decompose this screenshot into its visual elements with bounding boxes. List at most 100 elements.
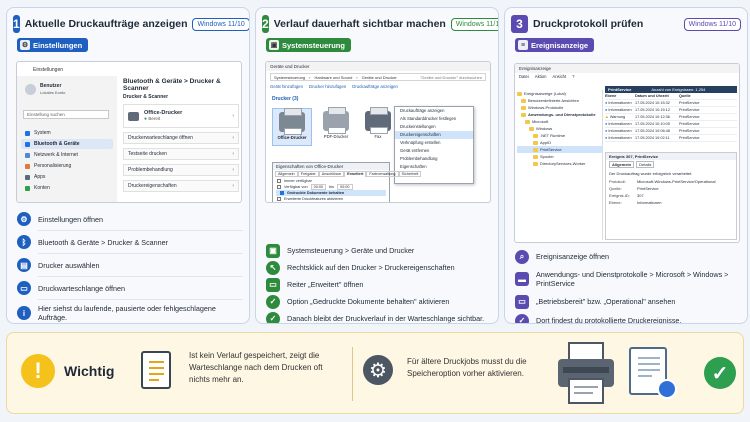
- table-row[interactable]: ● Informationen 17.05.2024 10:15:32 PrintS…: [605, 100, 737, 107]
- tab-sharing[interactable]: Freigabe: [297, 171, 319, 177]
- window-title: Ereignisanzeige: [515, 64, 739, 73]
- settings-screenshot: Einstellungen Benutzer Lokales Konto Ein…: [16, 61, 242, 203]
- sidebar-item-bluetooth[interactable]: Bluetooth & Geräte: [21, 139, 113, 149]
- step-text: Bluetooth & Geräte > Drucker & Scanner: [38, 237, 169, 247]
- open-queue-card[interactable]: Druckerwarteschlange öffnen ›: [123, 132, 239, 144]
- device-label: Office-Drucker: [277, 135, 307, 140]
- add-printer-button[interactable]: Drucker hinzufügen: [309, 84, 346, 89]
- list-item: ▭ „Betriebsbereit" bzw. „Operational" ans…: [515, 292, 741, 311]
- menu-item-printer-properties[interactable]: Druckereigenschaften: [395, 131, 473, 139]
- tab-color[interactable]: Farbverwaltung: [366, 171, 399, 177]
- card-label: Druckerwarteschlange öffnen: [128, 135, 193, 141]
- tree-item[interactable]: Windows: [517, 125, 602, 132]
- check-icon: ✓: [266, 311, 280, 323]
- view-print-jobs-button[interactable]: Druckaufträge anzeigen: [352, 84, 398, 89]
- menu-item[interactable]: Problembehandlung: [395, 155, 473, 163]
- list-item: ✓ Danach bleibt der Druckverlauf in der W…: [266, 310, 492, 323]
- tree-item[interactable]: DirectoryServices-Worker: [517, 160, 602, 167]
- dialog-tabs: Allgemein Freigabe Anschlüsse Erweitert …: [273, 170, 422, 178]
- option-label: Immer verfügbar: [284, 179, 312, 183]
- device-fax[interactable]: Fax: [358, 107, 398, 146]
- menu-item[interactable]: Als Standarddrucker festlegen: [395, 115, 473, 123]
- tree-item[interactable]: Anwendungs- und Dienstprotokolle: [517, 111, 602, 118]
- detail-field: Protokoll: Microsoft-Windows-PrintService…: [609, 179, 716, 184]
- pill-label: Ereignisanzeige: [531, 40, 589, 50]
- tree-item[interactable]: .NET Runtime: [517, 132, 602, 139]
- search-input[interactable]: Einstellung suchen: [23, 110, 109, 119]
- document-icon: ▭: [17, 281, 31, 295]
- tree-item[interactable]: AppID: [517, 139, 602, 146]
- tab-general[interactable]: Allgemein: [275, 171, 298, 177]
- menu-action[interactable]: Aktion: [535, 74, 547, 79]
- windows-version-badge: Windows 11/10: [192, 17, 249, 31]
- device-office-printer[interactable]: Office-Drucker: [272, 108, 312, 146]
- panel-current-print-jobs: 1 Aktuelle Druckaufträge anzeigen Window…: [6, 7, 250, 324]
- breadcrumb-item[interactable]: Hardware und Sound: [314, 75, 352, 80]
- folder-icon: [521, 112, 526, 117]
- tab-general[interactable]: Allgemein: [609, 161, 635, 168]
- log-tree: Ereignisanzeige (Lokal) Benutzerdefinier…: [517, 90, 603, 240]
- menu-item[interactable]: Druckeinstellungen: [395, 123, 473, 131]
- menu-item[interactable]: Eigenschaften: [395, 163, 473, 171]
- table-row[interactable]: ● Informationen 17.05.2024 10:15:12 PrintS…: [605, 107, 737, 114]
- tab-advanced[interactable]: Erweitert: [344, 171, 367, 177]
- tree-item[interactable]: Spooler: [517, 153, 602, 160]
- breadcrumb-item[interactable]: Geräte und Drucker: [362, 75, 397, 80]
- control-panel-pill: ▣ Systemsteuerung: [266, 38, 351, 52]
- divider: [352, 347, 353, 401]
- sidebar-item-apps[interactable]: Apps: [21, 172, 113, 182]
- sidebar-item-label: Personalisierung: [34, 163, 72, 169]
- device-pdf-printer[interactable]: PDF-Drucker: [316, 107, 356, 146]
- address-bar[interactable]: Systemsteuerung › Hardware und Sound › Ger…: [270, 73, 486, 81]
- troubleshoot-card[interactable]: Problembehandlung ›: [123, 164, 239, 176]
- tree-item-printservice[interactable]: PrintService: [517, 146, 602, 153]
- command-bar: Gerät hinzufügen Drucker hinzufügen Druc…: [270, 84, 398, 89]
- add-device-button[interactable]: Gerät hinzufügen: [270, 84, 303, 89]
- sidebar-item-accounts[interactable]: Konten: [21, 183, 113, 193]
- pill-label: Systemsteuerung: [282, 40, 345, 50]
- time-from-field[interactable]: 00:00: [310, 184, 327, 190]
- tree-item[interactable]: Benutzerdefinierte Ansichten: [517, 97, 602, 104]
- tree-item[interactable]: Microsoft: [517, 118, 602, 125]
- printer-properties-card[interactable]: Druckereigenschaften ›: [123, 180, 239, 192]
- printer-card[interactable]: Office-Drucker ● Bereit ›: [123, 104, 239, 128]
- advanced-features-row[interactable]: Erweiterte Druckfeatures aktivieren: [273, 196, 389, 202]
- test-page-card[interactable]: Testseite drucken ›: [123, 148, 239, 160]
- banner-text-2: Für ältere Druckjobs musst du die Speich…: [407, 357, 527, 378]
- list-item: ᛒ Bluetooth & Geräte > Drucker & Scanner: [17, 231, 243, 253]
- sidebar-item-network[interactable]: Netzwerk & Internet: [21, 150, 113, 160]
- option-label: Verfügbar von: [284, 185, 308, 189]
- event-viewer-screenshot: Ereignisanzeige Datei Aktion Ansicht ? E…: [514, 63, 740, 243]
- list-item: i Hier siehst du laufende, pausierte oder…: [17, 300, 243, 323]
- tree-item[interactable]: Windows-Protokolle: [517, 104, 602, 111]
- chevron-right-icon: ›: [232, 113, 234, 119]
- search-input[interactable]: "Geräte und Drucker" durchsuchen: [420, 75, 482, 80]
- settings-main: Bluetooth & Geräte > Drucker & Scanner D…: [121, 76, 241, 202]
- menu-item[interactable]: Gerät entfernen: [395, 147, 473, 155]
- table-row[interactable]: ● Informationen 17.05.2024 10:06:48 PrintS…: [605, 128, 737, 135]
- sidebar-item-system[interactable]: System: [21, 128, 113, 138]
- table-row[interactable]: ● Informationen 17.05.2024 10:02:11 PrintS…: [605, 135, 737, 142]
- breadcrumb-item[interactable]: Systemsteuerung: [274, 75, 305, 80]
- tab-ports[interactable]: Anschlüsse: [318, 171, 345, 177]
- table-row[interactable]: ● Informationen 17.05.2024 10:10:05 PrintS…: [605, 121, 737, 128]
- folder-icon: [533, 147, 538, 152]
- system-icon: [25, 130, 30, 136]
- sidebar-item-personalization[interactable]: Personalisierung: [21, 161, 113, 171]
- menu-file[interactable]: Datei: [519, 74, 529, 79]
- menu-item[interactable]: Druckaufträge anzeigen: [395, 107, 473, 115]
- tab-details[interactable]: Details: [636, 161, 655, 168]
- menu-item[interactable]: Verknüpfung erstellen: [395, 139, 473, 147]
- menu-view[interactable]: Ansicht: [552, 74, 566, 79]
- table-row[interactable]: ▲ Warnung 17.05.2024 10:12:36 PrintService: [605, 114, 737, 121]
- devices-printers-screenshot: Geräte und Drucker Systemsteuerung › Hard…: [265, 61, 491, 203]
- checkbox-icon[interactable]: [277, 197, 281, 201]
- network-icon: [25, 152, 30, 158]
- sidebar-item-label: Apps: [34, 174, 46, 180]
- checkbox-checked-icon[interactable]: [280, 191, 284, 195]
- menu-help[interactable]: ?: [572, 74, 574, 79]
- time-to-field[interactable]: 00:00: [337, 184, 353, 190]
- tab-security[interactable]: Sicherheit: [398, 171, 422, 177]
- tree-item[interactable]: Ereignisanzeige (Lokal): [517, 90, 602, 97]
- step-number-badge: 3: [511, 15, 528, 33]
